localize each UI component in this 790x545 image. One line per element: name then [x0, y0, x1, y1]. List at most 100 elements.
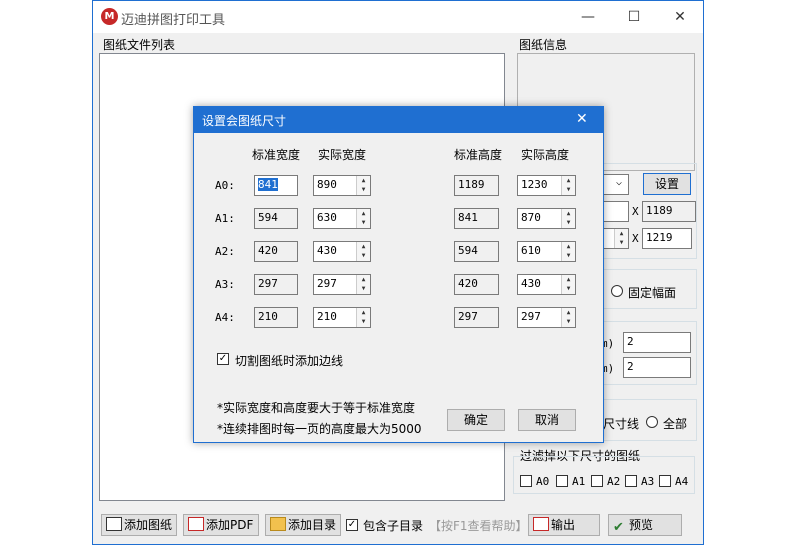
std-height-value: 297: [458, 310, 478, 323]
chevron-down-icon: ⌵: [615, 177, 622, 188]
spin-arrows-icon[interactable]: ▲ ▼: [356, 275, 370, 294]
filter-a2-checkbox[interactable]: [591, 475, 603, 487]
filter-a3-label: A3: [641, 475, 655, 488]
std-height-value: 1189: [458, 178, 485, 191]
add-drawing-button[interactable]: 添加图纸: [101, 514, 177, 536]
act-height-value: 1230: [521, 178, 548, 191]
x-separator-2: X: [632, 232, 639, 245]
act-width-value: 890: [317, 178, 337, 191]
act-width-value: 297: [317, 277, 337, 290]
note-1: *实际宽度和高度要大于等于标准宽度: [217, 401, 416, 415]
spin-arrows-icon[interactable]: ▲ ▼: [356, 209, 370, 228]
act-width-field[interactable]: 430 ▲ ▼: [313, 241, 371, 262]
spin-arrows-icon[interactable]: ▲ ▼: [561, 308, 575, 327]
app-logo-icon: M: [101, 8, 118, 25]
pdf-icon: [533, 517, 549, 531]
spin-arrows-icon[interactable]: ▲ ▼: [356, 176, 370, 195]
all-label: 全部: [663, 417, 688, 431]
dialog-close-button[interactable]: ✕: [576, 111, 588, 127]
drawing-info-label: 图纸信息: [519, 38, 568, 52]
filter-a3-checkbox[interactable]: [625, 475, 637, 487]
add-border-label: 切割图纸时添加边线: [235, 354, 344, 368]
act-height-field[interactable]: 610 ▲ ▼: [517, 241, 576, 262]
act-width-value: 430: [317, 244, 337, 257]
act-width-field[interactable]: 297 ▲ ▼: [313, 274, 371, 295]
spin-arrows-icon[interactable]: ▲ ▼: [356, 242, 370, 261]
std-width-value: 297: [258, 277, 278, 290]
dialog-cancel-button[interactable]: 取消: [518, 409, 576, 431]
act-width-value: 630: [317, 211, 337, 224]
act-height-field[interactable]: 430 ▲ ▼: [517, 274, 576, 295]
x-separator: X: [632, 205, 639, 218]
add-drawing-label: 添加图纸: [124, 518, 173, 532]
std-height-value: 420: [458, 277, 478, 290]
include-subdir-label: 包含子目录: [363, 519, 424, 533]
filter-a0-checkbox[interactable]: [520, 475, 532, 487]
all-radio[interactable]: [646, 416, 658, 428]
include-subdir-checkbox[interactable]: ✓: [346, 519, 358, 531]
act-height-value: 297: [521, 310, 541, 323]
set-size-button[interactable]: 设置: [643, 173, 691, 195]
filter-a4-checkbox[interactable]: [659, 475, 671, 487]
spin-arrows-icon[interactable]: ▲ ▼: [561, 209, 575, 228]
margin-field-2[interactable]: 2: [623, 357, 691, 378]
drawing-icon: [106, 517, 122, 531]
minimize-button[interactable]: —: [565, 1, 611, 33]
act-width-field[interactable]: 630 ▲ ▼: [313, 208, 371, 229]
std-height-value: 594: [458, 244, 478, 257]
add-border-checkbox[interactable]: ✓: [217, 353, 229, 365]
dialog-ok-button[interactable]: 确定: [447, 409, 505, 431]
close-button[interactable]: ✕: [657, 1, 703, 33]
margin-field-1[interactable]: 2: [623, 332, 691, 353]
add-dir-button[interactable]: 添加目录: [265, 514, 341, 536]
dialog-title-bar: 设置会图纸尺寸 ✕: [194, 107, 603, 133]
std-width-value: 420: [258, 244, 278, 257]
paper-height-field: 1189: [642, 201, 696, 222]
add-pdf-label: 添加PDF: [206, 518, 254, 532]
pdf-icon: [188, 517, 204, 531]
std-height-field: 420: [454, 274, 499, 295]
std-height-field: 841: [454, 208, 499, 229]
paper-height-spin[interactable]: 1219: [642, 228, 692, 249]
spin-arrows-icon[interactable]: ▲ ▼: [561, 176, 575, 195]
std-height-value: 841: [458, 211, 478, 224]
size-row-label: A2:: [215, 245, 235, 258]
act-height-field[interactable]: 1230 ▲ ▼: [517, 175, 576, 196]
file-list-label: 图纸文件列表: [103, 38, 176, 52]
act-height-value: 430: [521, 277, 541, 290]
act-height-field[interactable]: 870 ▲ ▼: [517, 208, 576, 229]
size-row-label: A1:: [215, 212, 235, 225]
spin-arrows-icon[interactable]: ▲ ▼: [356, 308, 370, 327]
output-button[interactable]: 输出: [528, 514, 600, 536]
act-width-field[interactable]: 890 ▲ ▼: [313, 175, 371, 196]
help-hint: 【按F1查看帮助】: [429, 519, 528, 533]
act-width-header: 实际宽度: [318, 148, 367, 162]
std-height-field: 297: [454, 307, 499, 328]
title-bar: M 迈迪拼图打印工具 — ☐ ✕: [93, 1, 703, 33]
std-width-field: 594: [254, 208, 298, 229]
size-row-label: A0:: [215, 179, 235, 192]
filter-a1-checkbox[interactable]: [556, 475, 568, 487]
spin-arrows-icon[interactable]: ▲ ▼: [561, 242, 575, 261]
act-width-field[interactable]: 210 ▲ ▼: [313, 307, 371, 328]
window-title: 迈迪拼图打印工具: [121, 13, 226, 28]
std-width-field: 210: [254, 307, 298, 328]
note-2: *连续排图时每一页的高度最大为5000: [217, 422, 422, 436]
fixed-size-radio[interactable]: [611, 285, 623, 297]
filter-a4-label: A4: [675, 475, 689, 488]
std-width-value: 210: [258, 310, 278, 323]
cut-line-label: 尺寸线: [603, 417, 640, 431]
std-width-header: 标准宽度: [252, 148, 301, 162]
act-height-field[interactable]: 297 ▲ ▼: [517, 307, 576, 328]
add-pdf-button[interactable]: 添加PDF: [183, 514, 259, 536]
maximize-button[interactable]: ☐: [611, 1, 657, 33]
std-width-value: 594: [258, 211, 278, 224]
spin-arrows-icon[interactable]: ▲ ▼: [561, 275, 575, 294]
std-width-field: 420: [254, 241, 298, 262]
filter-a1-label: A1: [572, 475, 586, 488]
act-height-value: 870: [521, 211, 541, 224]
preview-button[interactable]: ✔ 预览: [608, 514, 682, 536]
spin-arrows-icon[interactable]: ▲ ▼: [614, 229, 628, 248]
size-row-label: A4:: [215, 311, 235, 324]
filter-a2-label: A2: [607, 475, 621, 488]
